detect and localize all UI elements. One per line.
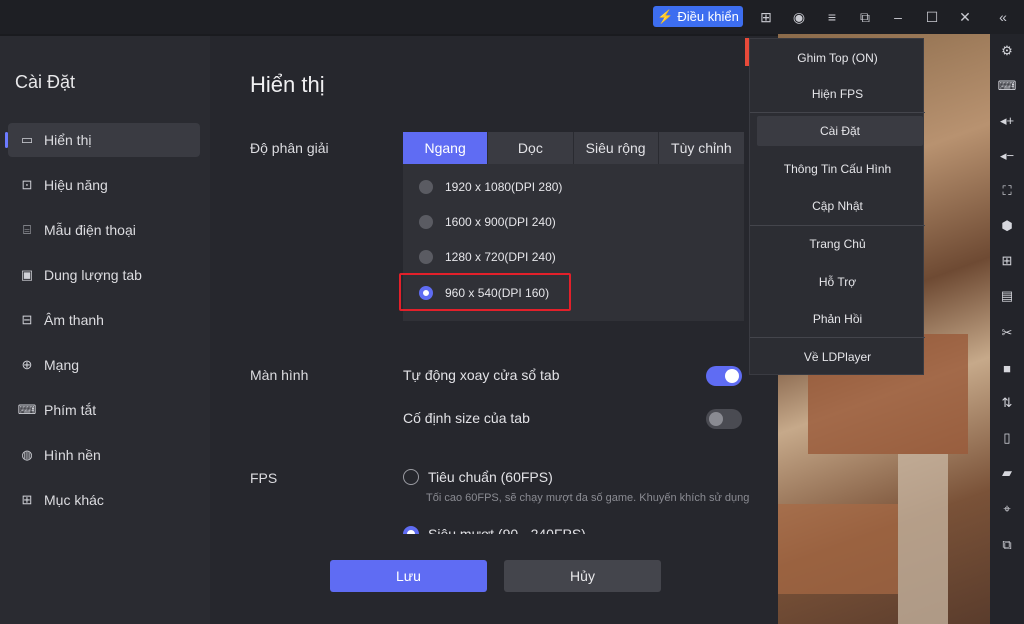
fps-label: FPS (250, 470, 278, 486)
menu-separator (750, 112, 925, 113)
close-icon[interactable]: ✕ (956, 8, 974, 26)
fps-section: FPS Tiêu chuẩn (60FPS) Tối cao 60FPS, sẽ… (210, 36, 778, 534)
fps-smooth-label: Siêu mượt (90 - 240FPS) (428, 526, 586, 534)
save-button[interactable]: Lưu (330, 560, 487, 592)
nav-item-other[interactable]: ⊞ Mục khác (8, 483, 200, 517)
settings-icon[interactable]: ⚙ (998, 42, 1016, 60)
cancel-button[interactable]: Hủy (504, 560, 661, 592)
nav-item-label: Mục khác (44, 492, 104, 508)
fps-standard-option[interactable]: Tiêu chuẩn (60FPS) (403, 469, 553, 485)
radio-icon (403, 469, 419, 485)
menu-item-feedback[interactable]: Phản Hồi (750, 300, 925, 337)
audio-icon: ⊟ (21, 312, 33, 327)
globe-icon: ⊕ (21, 357, 33, 372)
menu-item-pin-top[interactable]: Ghim Top (ON) (750, 39, 925, 76)
right-toolbar: ⚙ ⌨ ◂+ ◂− ⛶ ⬢ ⊞ ▤ ✂ ■ ⇅ ▯ ▰ ⌖ ⧉ (990, 34, 1024, 624)
nav-item-wallpaper[interactable]: ◍ Hình nền (8, 438, 200, 472)
multi-instance-icon[interactable]: ⧉ (998, 536, 1016, 554)
menu-item-about[interactable]: Về LDPlayer (750, 338, 925, 375)
record-icon[interactable]: ■ (998, 359, 1016, 377)
settings-panel: Cài Đặt ▭ Hiển thị ⊡ Hiệu năng ⌸ Mẫu điệ… (0, 36, 778, 624)
grid-icon: ⊞ (21, 492, 33, 507)
nav-item-label: Âm thanh (44, 312, 104, 328)
settings-title: Cài Đặt (15, 72, 76, 92)
menu-item-support[interactable]: Hỗ Trợ (750, 263, 925, 300)
menu-item-system-info[interactable]: Thông Tin Cấu Hình (750, 150, 925, 187)
nav-item-label: Mạng (44, 357, 80, 373)
nav-item-label: Mẫu điện thoại (44, 222, 136, 238)
sync-icon[interactable]: ⇅ (998, 394, 1016, 412)
keyboard-icon: ⌨ (17, 402, 37, 417)
apk-icon[interactable]: ▤ (998, 287, 1016, 305)
nav-item-label: Hiển thị (44, 132, 92, 148)
resize-icon[interactable]: ⧉ (856, 8, 874, 26)
nav-item-performance[interactable]: ⊡ Hiệu năng (8, 168, 200, 202)
lightning-icon: ⚡ (657, 8, 674, 24)
settings-content: Hiển thị Độ phân giải Ngang Dọc Siêu rộn… (210, 36, 778, 624)
fps-standard-label: Tiêu chuẩn (60FPS) (428, 469, 553, 485)
menu-item-show-fps[interactable]: Hiện FPS (750, 75, 925, 112)
control-button-label: Điều khiển (677, 9, 739, 24)
keyboard-map-icon[interactable]: ⌨ (998, 77, 1017, 95)
screenshot-icon[interactable]: ⛶ (998, 182, 1016, 200)
fps-smooth-option[interactable]: Siêu mượt (90 - 240FPS) (403, 526, 586, 534)
nav-item-label: Dung lượng tab (44, 267, 142, 283)
performance-icon: ⊡ (21, 177, 33, 192)
nav-item-label: Hiệu năng (44, 177, 108, 193)
volume-down-icon[interactable]: ◂− (998, 147, 1016, 165)
user-icon[interactable]: ◉ (790, 8, 808, 26)
radio-selected-icon (403, 526, 419, 534)
nav-item-label: Phím tắt (44, 402, 97, 418)
location-icon[interactable]: ⌖ (998, 500, 1016, 518)
phone-model-icon: ⌸ (23, 222, 31, 237)
volume-up-icon[interactable]: ◂+ (998, 112, 1016, 130)
nav-item-display[interactable]: ▭ Hiển thị (5, 123, 200, 157)
nav-item-label: Hình nền (44, 447, 101, 463)
storage-icon: ▣ (20, 267, 34, 282)
palette-icon: ◍ (21, 447, 33, 462)
menu-item-home[interactable]: Trang Chủ (750, 225, 925, 262)
menu-item-update[interactable]: Cập Nhật (750, 187, 925, 224)
nav-item-shortcuts[interactable]: ⌨ Phím tắt (8, 393, 200, 427)
gift-icon[interactable]: ⊞ (757, 8, 775, 26)
scissors-icon[interactable]: ✂ (998, 324, 1016, 342)
shake-icon[interactable]: ▯ (998, 429, 1016, 447)
settings-nav: Cài Đặt ▭ Hiển thị ⊡ Hiệu năng ⌸ Mẫu điệ… (0, 36, 210, 624)
minimize-icon[interactable]: – (889, 8, 907, 26)
control-button[interactable]: ⚡ Điều khiển (653, 6, 743, 27)
monitor-icon: ▭ (20, 132, 34, 147)
maximize-icon[interactable]: ☐ (923, 8, 941, 26)
nav-item-audio[interactable]: ⊟ Âm thanh (8, 303, 200, 337)
nav-item-phone-model[interactable]: ⌸ Mẫu điện thoại (8, 213, 200, 247)
add-icon[interactable]: ⊞ (998, 252, 1016, 270)
folder-icon[interactable]: ▰ (998, 464, 1016, 482)
fps-standard-desc: Tối cao 60FPS, sẽ chạy mượt đa số game. … (426, 492, 750, 504)
nav-item-network[interactable]: ⊕ Mạng (8, 348, 200, 382)
nav-item-storage[interactable]: ▣ Dung lượng tab (8, 258, 200, 292)
settings-dropdown-menu: Ghim Top (ON) Hiện FPS Cài Đặt Thông Tin… (749, 38, 925, 375)
title-bar: ⚡ Điều khiển ⊞ ◉ ≡ ⧉ – ☐ ✕ « (0, 0, 1024, 34)
menu-icon[interactable]: ≡ (823, 8, 841, 26)
menu-item-settings[interactable]: Cài Đặt (757, 116, 923, 146)
install-icon[interactable]: ⬢ (998, 217, 1016, 235)
collapse-icon[interactable]: « (994, 8, 1012, 26)
